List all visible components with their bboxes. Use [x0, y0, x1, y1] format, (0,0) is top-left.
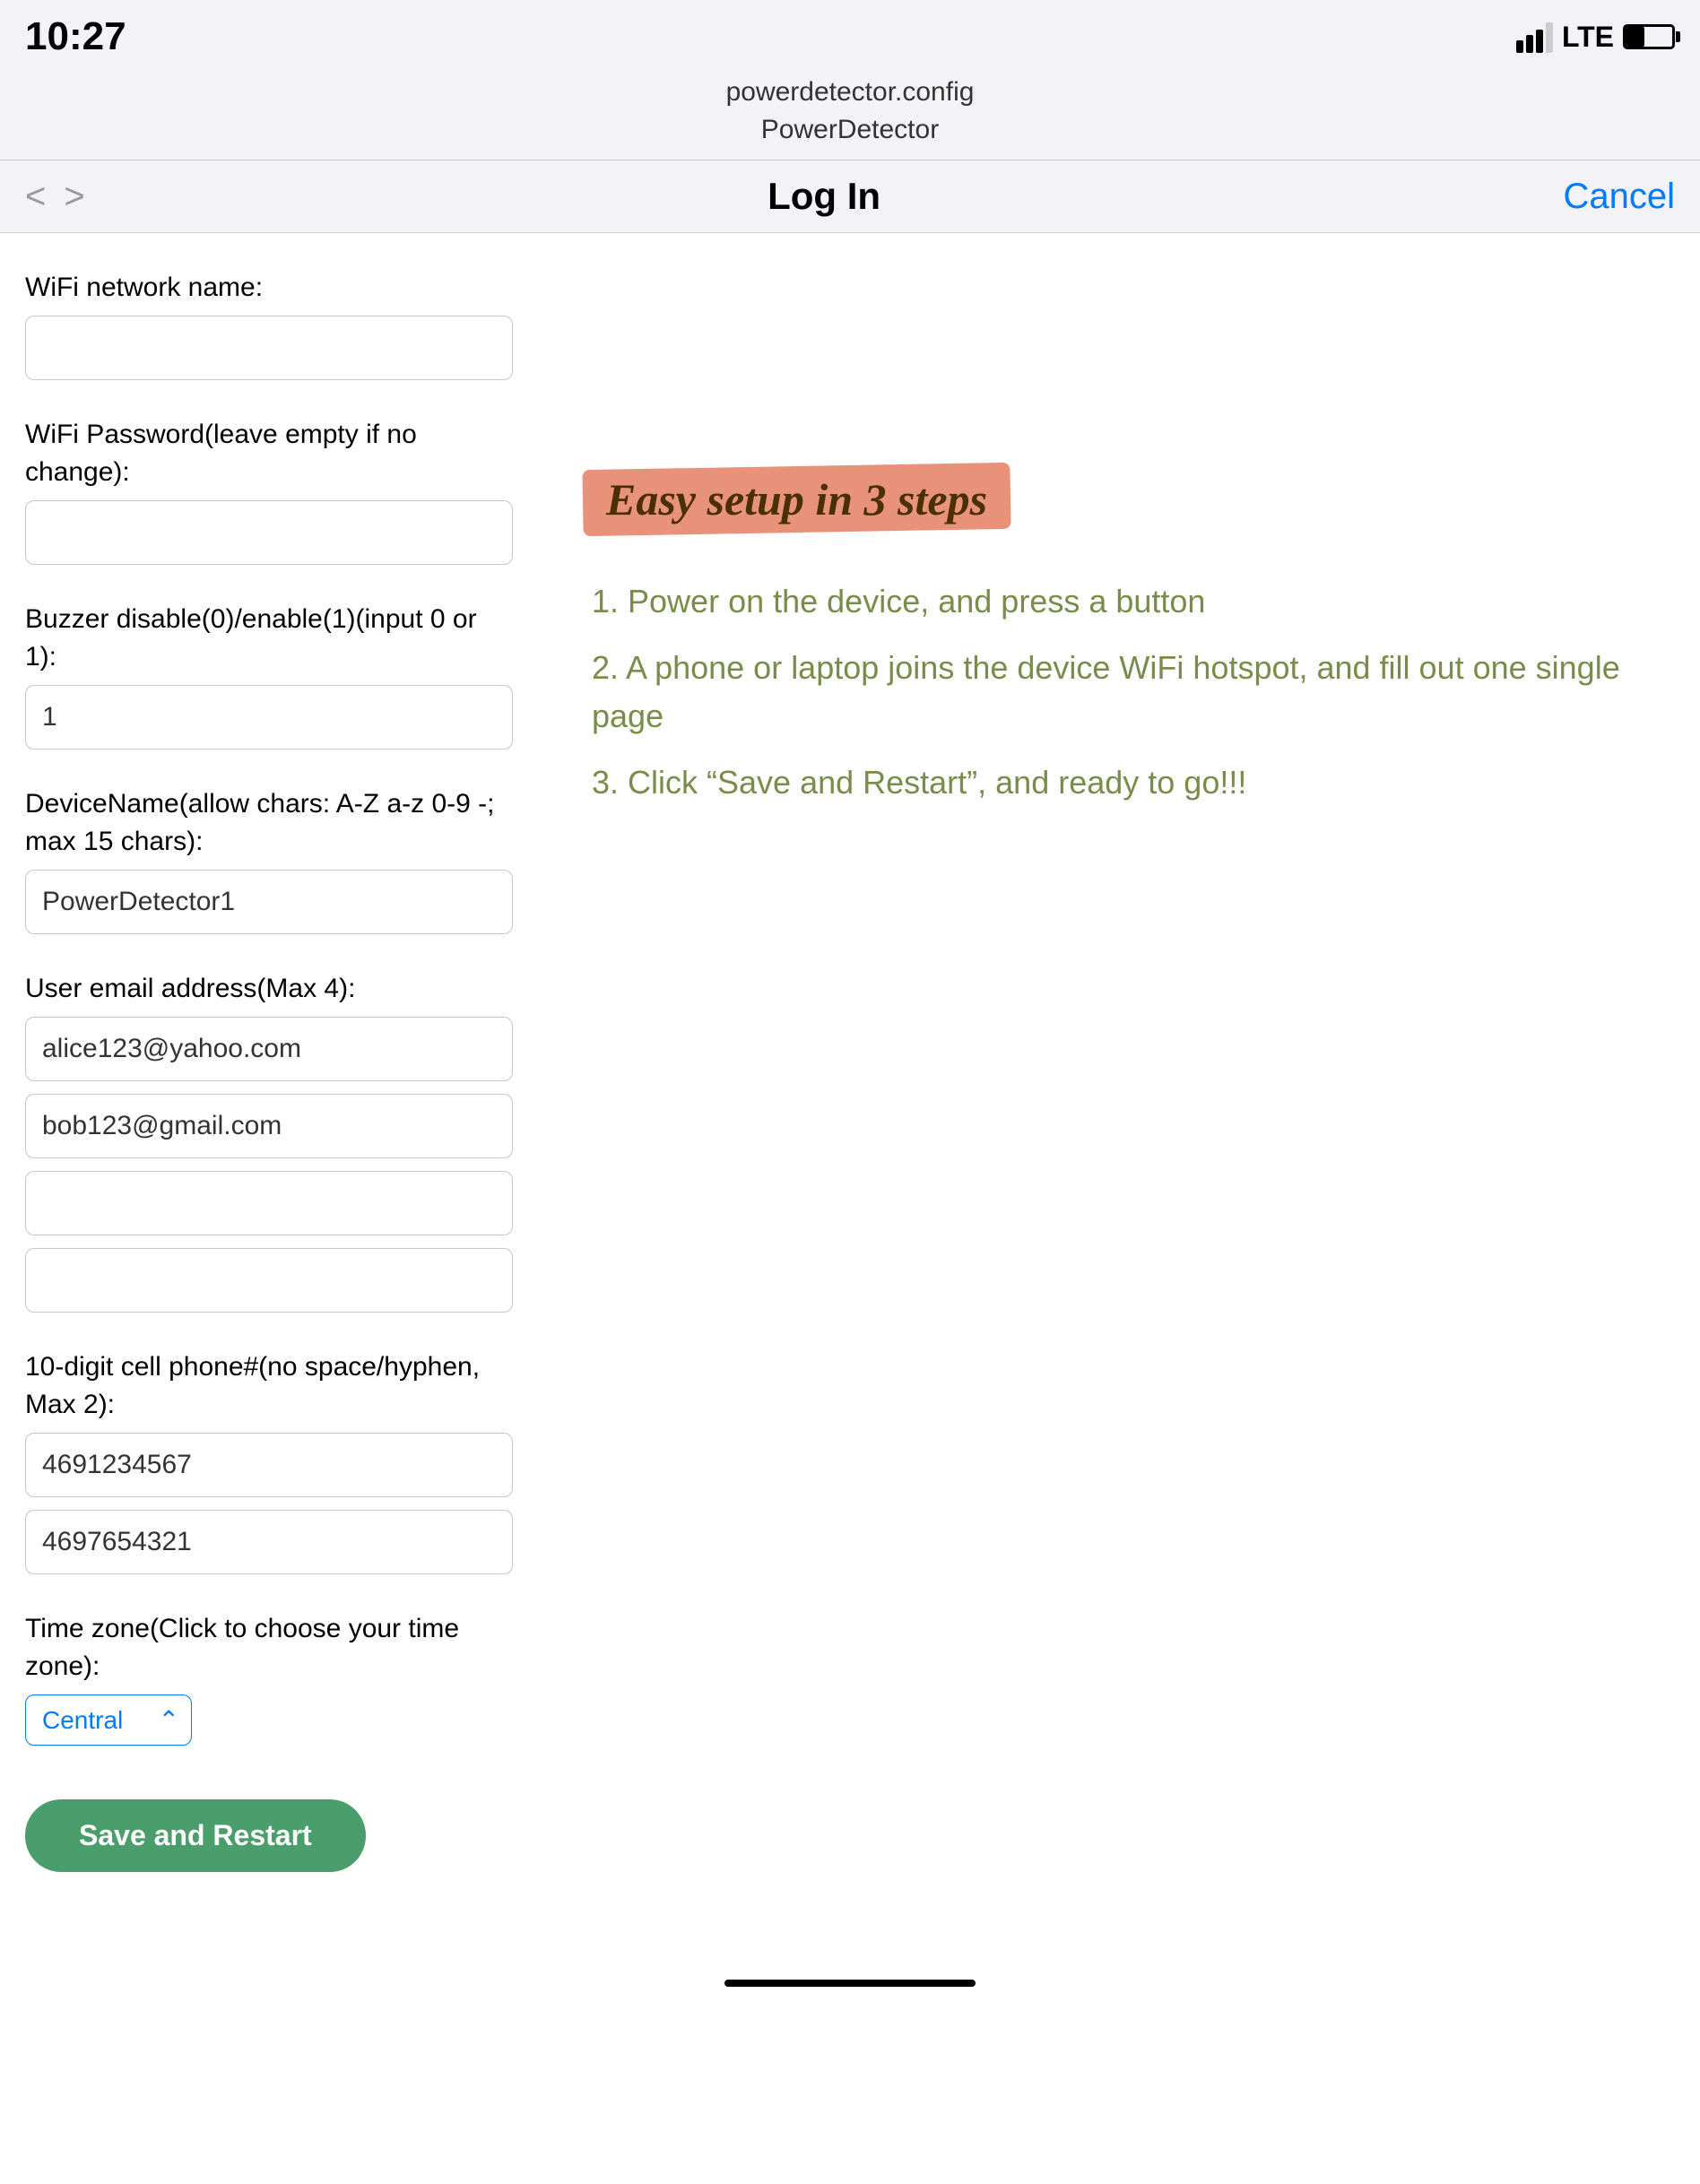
setup-steps: 1. Power on the device, and press a butt… [592, 577, 1646, 807]
setup-step-3: 3. Click “Save and Restart”, and ready t… [592, 758, 1646, 807]
wifi-name-input[interactable] [25, 316, 513, 380]
device-name-label: DeviceName(allow chars: A-Z a-z 0-9 -; m… [25, 785, 513, 861]
buzzer-input[interactable] [25, 685, 513, 750]
home-bar [724, 1980, 976, 1987]
setup-step-2: 2. A phone or laptop joins the device Wi… [592, 644, 1646, 741]
email-input-2[interactable] [25, 1094, 513, 1158]
wifi-password-group: WiFi Password(leave empty if no change): [25, 416, 513, 565]
cancel-button[interactable]: Cancel [1563, 177, 1675, 217]
home-indicator [0, 1962, 1700, 2005]
status-icons: LTE [1516, 21, 1675, 54]
save-restart-button[interactable]: Save and Restart [25, 1799, 366, 1872]
email-group: User email address(Max 4): [25, 970, 513, 1313]
nav-title: Log In [768, 175, 880, 218]
wifi-password-input[interactable] [25, 500, 513, 565]
signal-icon [1516, 21, 1553, 53]
browser-chrome: powerdetector.config PowerDetector [0, 66, 1700, 160]
phone-input-2[interactable] [25, 1510, 513, 1574]
url-bar: powerdetector.config PowerDetector [726, 74, 975, 149]
phone-label: 10-digit cell phone#(no space/hyphen, Ma… [25, 1348, 513, 1424]
wifi-name-group: WiFi network name: [25, 269, 513, 380]
setup-panel: Easy setup in 3 steps 1. Power on the de… [538, 430, 1700, 1926]
timezone-select-wrapper: Eastern Central Mountain Pacific Alaska … [25, 1694, 192, 1746]
device-name-input[interactable] [25, 870, 513, 934]
phone-input-1[interactable] [25, 1433, 513, 1497]
buzzer-group: Buzzer disable(0)/enable(1)(input 0 or 1… [25, 601, 513, 750]
wifi-name-label: WiFi network name: [25, 269, 513, 307]
email-input-4[interactable] [25, 1248, 513, 1313]
main-layout: WiFi network name: WiFi Password(leave e… [0, 233, 1700, 1944]
nav-bar: < > Log In Cancel [0, 160, 1700, 233]
lte-label: LTE [1562, 21, 1614, 54]
back-button[interactable]: < [25, 177, 46, 217]
form-section: WiFi network name: WiFi Password(leave e… [0, 251, 538, 1926]
forward-button[interactable]: > [64, 177, 84, 217]
status-bar: 10:27 LTE [0, 0, 1700, 66]
email-input-3[interactable] [25, 1171, 513, 1235]
buzzer-label: Buzzer disable(0)/enable(1)(input 0 or 1… [25, 601, 513, 676]
setup-step-1: 1. Power on the device, and press a butt… [592, 577, 1646, 626]
wifi-password-label: WiFi Password(leave empty if no change): [25, 416, 513, 491]
timezone-label: Time zone(Click to choose your time zone… [25, 1610, 513, 1686]
phone-inputs [25, 1433, 513, 1574]
status-time: 10:27 [25, 14, 126, 59]
email-input-1[interactable] [25, 1017, 513, 1081]
setup-title-wrapper: Easy setup in 3 steps [592, 466, 1002, 533]
device-name-group: DeviceName(allow chars: A-Z a-z 0-9 -; m… [25, 785, 513, 934]
nav-arrows: < > [25, 177, 85, 217]
email-label: User email address(Max 4): [25, 970, 513, 1008]
email-inputs [25, 1017, 513, 1313]
battery-icon [1623, 24, 1675, 49]
phone-group: 10-digit cell phone#(no space/hyphen, Ma… [25, 1348, 513, 1574]
setup-title: Easy setup in 3 steps [592, 466, 1002, 533]
timezone-group: Time zone(Click to choose your time zone… [25, 1610, 513, 1746]
timezone-select[interactable]: Eastern Central Mountain Pacific Alaska … [25, 1694, 192, 1746]
